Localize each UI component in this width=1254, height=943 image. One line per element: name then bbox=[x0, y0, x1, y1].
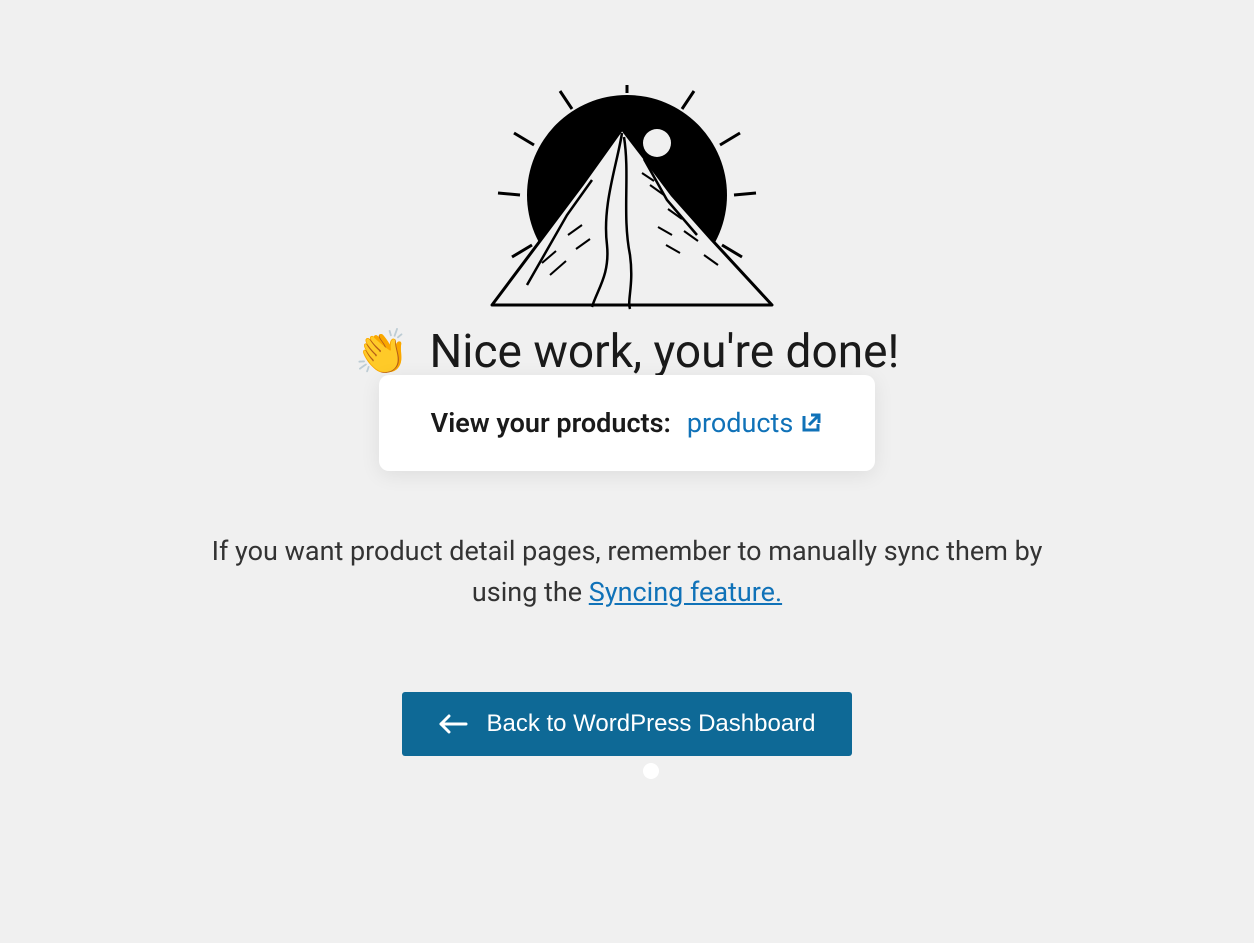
view-products-card: View your products: products bbox=[379, 375, 876, 471]
products-link[interactable]: products bbox=[687, 407, 823, 439]
heading-text: Nice work, you're done! bbox=[429, 325, 899, 379]
syncing-feature-link[interactable]: Syncing feature. bbox=[589, 576, 782, 608]
success-heading: 👏 Nice work, you're done! bbox=[355, 325, 900, 379]
sync-help-text: If you want product detail pages, rememb… bbox=[177, 531, 1077, 612]
cursor-indicator bbox=[643, 763, 659, 779]
clap-emoji-icon: 👏 bbox=[355, 326, 410, 378]
arrow-left-icon bbox=[438, 714, 468, 734]
products-link-text: products bbox=[687, 407, 793, 439]
logo-illustration bbox=[462, 85, 792, 315]
back-button-label: Back to WordPress Dashboard bbox=[486, 710, 815, 738]
back-to-dashboard-button[interactable]: Back to WordPress Dashboard bbox=[402, 692, 851, 756]
view-products-label: View your products: bbox=[431, 407, 671, 439]
external-link-icon bbox=[799, 411, 823, 435]
